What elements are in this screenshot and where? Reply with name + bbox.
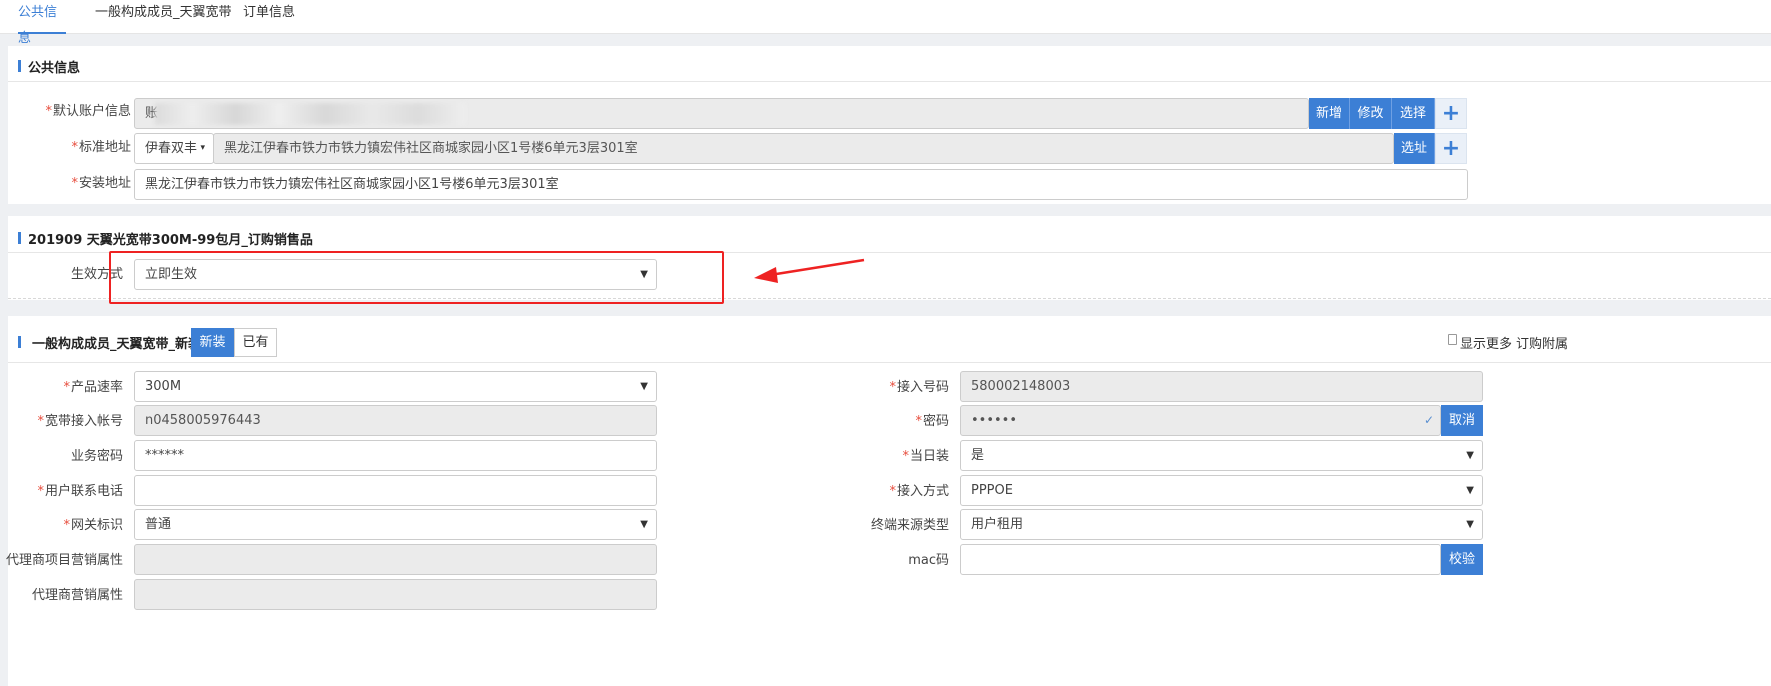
service-password-label: 业务密码 [70, 449, 123, 464]
tab-public-info[interactable]: 公共信息 [18, 0, 66, 46]
member-panel: 一般构成成员_天翼宽带_新装 新装 已有 显示更多 订购附属 *产品速率 300… [6, 316, 1771, 686]
annotation-highlight-box [109, 251, 724, 304]
section-title-member: 一般构成成员_天翼宽带_新装 [32, 337, 202, 352]
order-attached-link[interactable]: 订购附属 [1516, 333, 1568, 352]
section-marker [18, 336, 21, 348]
access-number-label: *接入号码 [889, 380, 949, 395]
public-info-panel: 公共信息 *默认账户信息 账 新增 修改 选择 + *标准地址 伊春双丰 ▾ 黑… [8, 46, 1771, 204]
terminal-source-select[interactable]: 用户租用 ▼ [960, 509, 1483, 540]
agent-marketing-attr-label: 代理商营销属性 [31, 588, 123, 603]
section-title-public: 公共信息 [28, 61, 81, 76]
toggle-existing[interactable]: 已有 [234, 328, 277, 357]
caret-down-icon: ▼ [640, 381, 648, 392]
gateway-label: *网关标识 [63, 518, 123, 533]
access-mode-select[interactable]: PPPOE ▼ [960, 475, 1483, 506]
section-marker [18, 60, 21, 72]
access-mode-label: *接入方式 [889, 484, 949, 499]
edit-account-button[interactable]: 修改 [1350, 98, 1392, 129]
service-password-input[interactable]: ****** [134, 440, 657, 471]
select-address-button[interactable]: 选址 [1394, 133, 1435, 164]
redacted-blur [155, 103, 465, 125]
product-speed-select[interactable]: 300M ▼ [134, 371, 657, 402]
plus-icon[interactable]: + [1435, 133, 1467, 164]
access-number-input[interactable]: 580002148003 [960, 371, 1483, 402]
select-account-button[interactable]: 选择 [1392, 98, 1435, 129]
gateway-select[interactable]: 普通 ▼ [134, 509, 657, 540]
password-input[interactable]: •••••• ✓ [960, 405, 1441, 436]
effective-mode-label: 生效方式 [70, 267, 123, 282]
password-label: *密码 [915, 414, 949, 429]
caret-down-icon: ▼ [1466, 519, 1474, 530]
tab-member-broadband[interactable]: 一般构成成员_天翼宽带 [95, 0, 232, 34]
contact-phone-label: *用户联系电话 [37, 484, 123, 499]
mac-code-input[interactable] [960, 544, 1441, 575]
area-dropdown[interactable]: 伊春双丰 ▾ [134, 133, 214, 164]
contact-phone-input[interactable] [134, 475, 657, 506]
same-day-install-label: *当日装 [902, 449, 949, 464]
show-more-link[interactable]: 显示更多 [1460, 333, 1512, 352]
add-account-button[interactable]: 新增 [1309, 98, 1350, 129]
standard-address-input[interactable]: 黑龙江伊春市铁力市铁力镇宏伟社区商城家园小区1号楼6单元3层301室 [213, 133, 1394, 164]
caret-down-icon: ▼ [1466, 485, 1474, 496]
agent-project-attr-input[interactable] [134, 544, 657, 575]
broadband-account-input[interactable]: n0458005976443 [134, 405, 657, 436]
document-icon [1448, 334, 1457, 345]
cancel-button[interactable]: 取消 [1441, 405, 1483, 436]
caret-down-icon: ▼ [1466, 450, 1474, 461]
annotation-arrow-icon [754, 258, 865, 283]
check-icon: ✓ [1423, 413, 1434, 427]
caret-down-icon: ▾ [200, 143, 205, 153]
caret-down-icon: ▼ [640, 519, 648, 530]
verify-button[interactable]: 校验 [1441, 544, 1483, 575]
install-address-input[interactable]: 黑龙江伊春市铁力市铁力镇宏伟社区商城家园小区1号楼6单元3层301室 [134, 169, 1468, 200]
standard-address-label: *标准地址 [71, 140, 131, 155]
same-day-install-select[interactable]: 是 ▼ [960, 440, 1483, 471]
install-address-label: *安装地址 [71, 176, 131, 191]
product-speed-label: *产品速率 [63, 380, 123, 395]
broadband-account-label: *宽带接入帐号 [37, 414, 123, 429]
agent-project-attr-label: 代理商项目营销属性 [5, 553, 123, 568]
plus-icon[interactable]: + [1435, 98, 1467, 129]
tab-bar: 公共信息 一般构成成员_天翼宽带 订单信息 [0, 0, 1771, 46]
toggle-new-install[interactable]: 新装 [191, 328, 234, 357]
tab-order-info[interactable]: 订单信息 [243, 0, 295, 34]
divider [8, 362, 1771, 363]
default-account-label: *默认账户信息 [45, 104, 131, 119]
mac-code-label: mac码 [908, 553, 949, 568]
terminal-source-label: 终端来源类型 [870, 518, 949, 533]
agent-marketing-attr-input[interactable] [134, 579, 657, 610]
default-account-input[interactable]: 账 [134, 98, 1309, 129]
section-title-offer: 201909 天翼光宽带300M-99包月_订购销售品 [28, 233, 313, 248]
section-marker [18, 232, 21, 244]
divider [8, 81, 1771, 82]
